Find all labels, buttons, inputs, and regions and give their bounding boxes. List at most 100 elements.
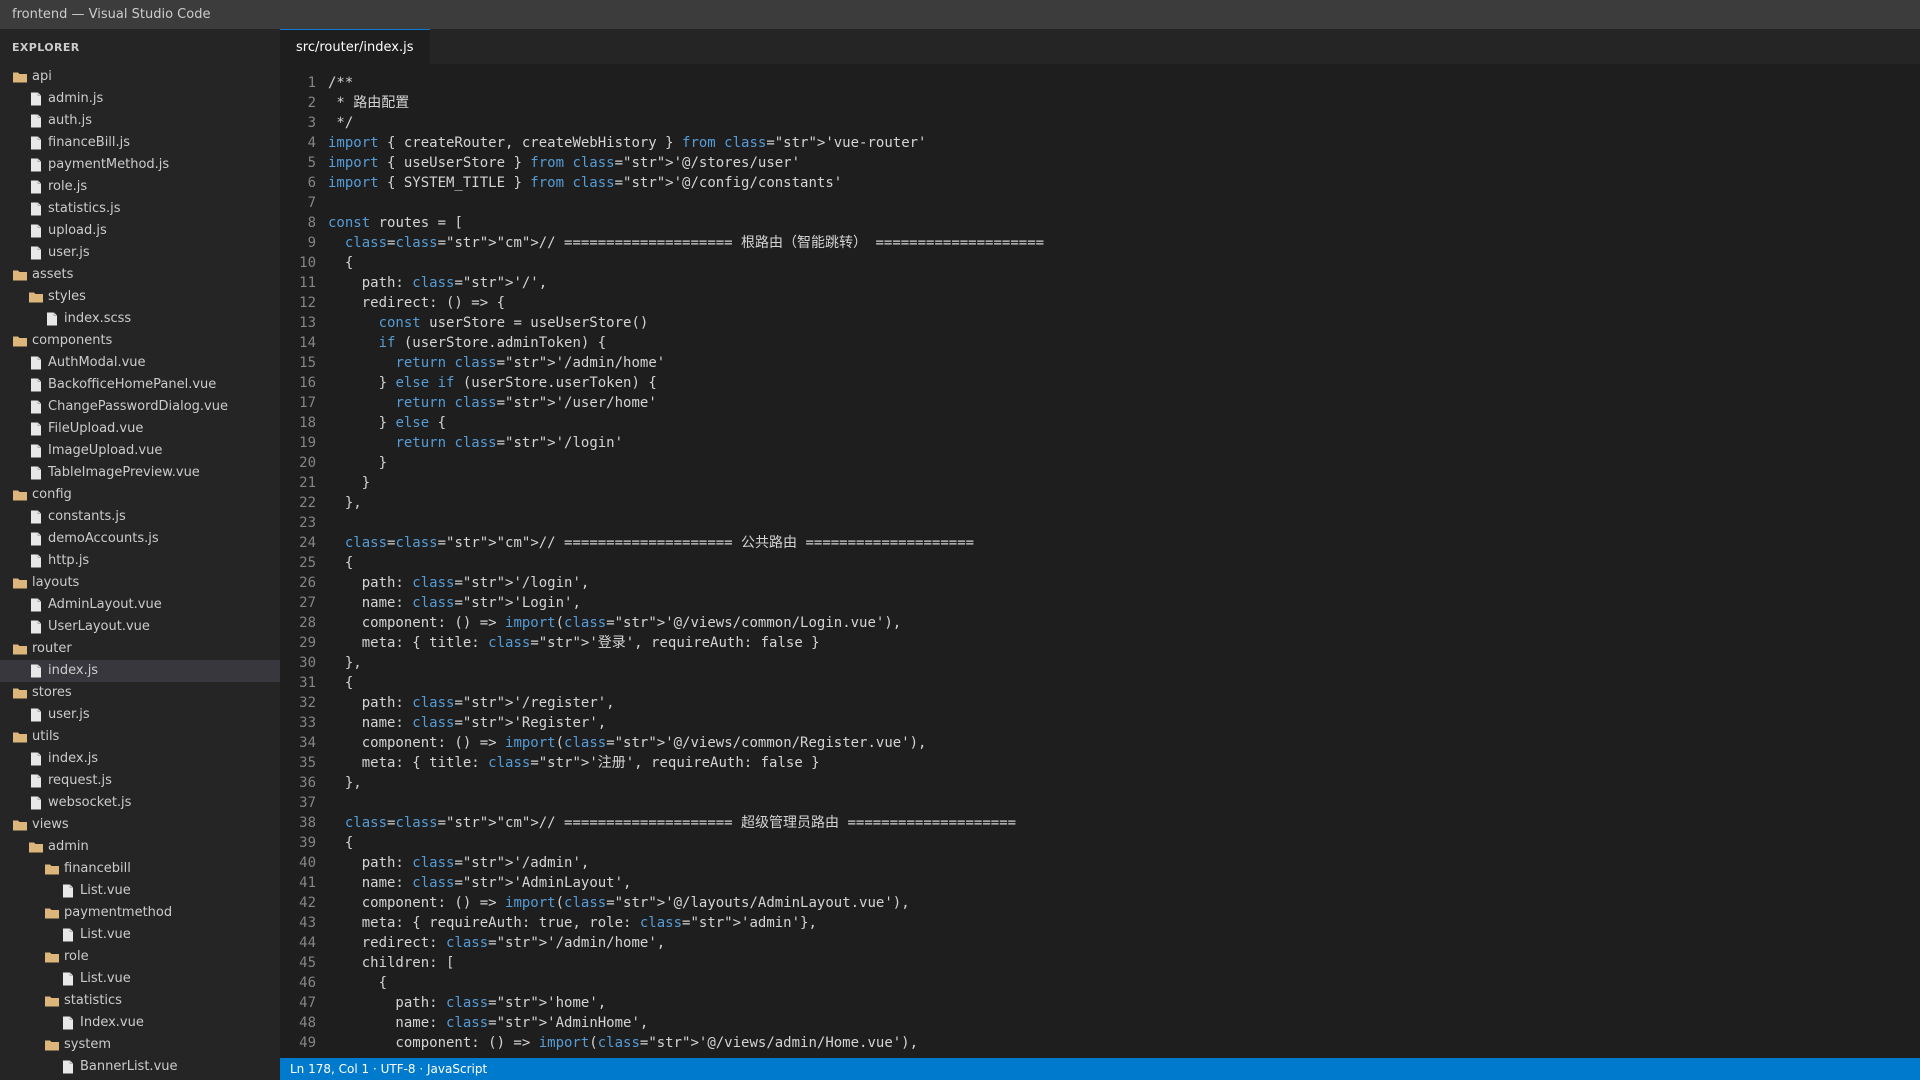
code-line[interactable]: 32 path: class="str">'/register', (280, 693, 1920, 713)
tree-folder[interactable]: styles (0, 286, 280, 308)
code-line[interactable]: 38 class=class="str">"cm">// ===========… (280, 813, 1920, 833)
tree-folder[interactable]: statistics (0, 990, 280, 1012)
tree-file[interactable]: index.scss (0, 308, 280, 330)
code-line[interactable]: 26 path: class="str">'/login', (280, 573, 1920, 593)
tree-file[interactable]: websocket.js (0, 792, 280, 814)
code-line[interactable]: 22 }, (280, 493, 1920, 513)
code-line[interactable]: 20 } (280, 453, 1920, 473)
code-line[interactable]: 46 { (280, 973, 1920, 993)
tree-file[interactable]: http.js (0, 550, 280, 572)
code-line[interactable]: 37 (280, 793, 1920, 813)
code-line[interactable]: 14 if (userStore.adminToken) { (280, 333, 1920, 353)
code-line[interactable]: 45 children: [ (280, 953, 1920, 973)
tree-folder[interactable]: views (0, 814, 280, 836)
code-line[interactable]: 39 { (280, 833, 1920, 853)
code-line[interactable]: 7 (280, 193, 1920, 213)
tree-file[interactable]: constants.js (0, 506, 280, 528)
code-line[interactable]: 19 return class="str">'/login' (280, 433, 1920, 453)
code-line[interactable]: 5 import { useUserStore } from class="str… (280, 153, 1920, 173)
tree-file[interactable]: admin.js (0, 88, 280, 110)
tree-folder[interactable]: components (0, 330, 280, 352)
code-line[interactable]: 3 */ (280, 113, 1920, 133)
code-line[interactable]: 40 path: class="str">'/admin', (280, 853, 1920, 873)
tree-file[interactable]: user.js (0, 704, 280, 726)
tree-folder[interactable]: assets (0, 264, 280, 286)
code-line[interactable]: 18 } else { (280, 413, 1920, 433)
code-line[interactable]: 34 component: () => import(class="str">'… (280, 733, 1920, 753)
code-line[interactable]: 30 }, (280, 653, 1920, 673)
code-line[interactable]: 1 /** (280, 73, 1920, 93)
code-line[interactable]: 12 redirect: () => { (280, 293, 1920, 313)
tree-file[interactable]: upload.js (0, 220, 280, 242)
code-line[interactable]: 2 * 路由配置 (280, 93, 1920, 113)
tree-folder[interactable]: role (0, 946, 280, 968)
code-line[interactable]: 9 class=class="str">"cm">// ============… (280, 233, 1920, 253)
code-line[interactable]: 16 } else if (userStore.userToken) { (280, 373, 1920, 393)
tree-folder[interactable]: utils (0, 726, 280, 748)
code-line[interactable]: 35 meta: { title: class="str">'注册', requ… (280, 753, 1920, 773)
tree-file[interactable]: ImageUpload.vue (0, 440, 280, 462)
code-line[interactable]: 41 name: class="str">'AdminLayout', (280, 873, 1920, 893)
code-line[interactable]: 11 path: class="str">'/', (280, 273, 1920, 293)
tree-file[interactable]: user.js (0, 242, 280, 264)
tree-file[interactable]: index.js (0, 660, 280, 682)
tree-file[interactable]: BannerList.vue (0, 1056, 280, 1078)
tree-file[interactable]: auth.js (0, 110, 280, 132)
tree-file[interactable]: AuthModal.vue (0, 352, 280, 374)
code-line[interactable]: 6 import { SYSTEM_TITLE } from class="str… (280, 173, 1920, 193)
tree-file[interactable]: paymentMethod.js (0, 154, 280, 176)
tree-file[interactable]: List.vue (0, 968, 280, 990)
code-line[interactable]: 4 import { createRouter, createWebHistory… (280, 133, 1920, 153)
tree-file[interactable]: Index.vue (0, 1012, 280, 1034)
code-line[interactable]: 49 component: () => import(class="str">'… (280, 1033, 1920, 1053)
tree-file[interactable]: role.js (0, 176, 280, 198)
code-editor[interactable]: 1/** 2 * 路由配置 3 */4 import { createRouter, … (280, 64, 1920, 1053)
code-line[interactable]: 23 (280, 513, 1920, 533)
tree-file[interactable]: List.vue (0, 924, 280, 946)
code-line[interactable]: 42 component: () => import(class="str">'… (280, 893, 1920, 913)
code-line[interactable]: 15 return class="str">'/admin/home' (280, 353, 1920, 373)
folder-icon (13, 688, 27, 699)
tree-file[interactable]: statistics.js (0, 198, 280, 220)
tree-folder[interactable]: admin (0, 836, 280, 858)
code-line[interactable]: 13 const userStore = useUserStore() (280, 313, 1920, 333)
code-line[interactable]: 28 component: () => import(class="str">'… (280, 613, 1920, 633)
tree-folder[interactable]: layouts (0, 572, 280, 594)
tree-file[interactable]: List.vue (0, 880, 280, 902)
code-line[interactable]: 33 name: class="str">'Register', (280, 713, 1920, 733)
tab-router-index-js[interactable]: src/router/index.js (280, 29, 430, 64)
tree-file[interactable]: AdminLayout.vue (0, 594, 280, 616)
tree-folder[interactable]: system (0, 1034, 280, 1056)
code-line[interactable]: 29 meta: { title: class="str">'登录', requ… (280, 633, 1920, 653)
code-line[interactable]: 43 meta: { requireAuth: true, role: clas… (280, 913, 1920, 933)
code-line[interactable]: 10 { (280, 253, 1920, 273)
tree-folder[interactable]: financebill (0, 858, 280, 880)
tree-file[interactable]: BackofficeHomePanel.vue (0, 374, 280, 396)
code-line[interactable]: 25 { (280, 553, 1920, 573)
code-line[interactable]: 24 class=class="str">"cm">// ===========… (280, 533, 1920, 553)
tree-file[interactable]: ChangePasswordDialog.vue (0, 396, 280, 418)
tree-folder[interactable]: router (0, 638, 280, 660)
code-line[interactable]: 48 name: class="str">'AdminHome', (280, 1013, 1920, 1033)
tree-file[interactable]: index.js (0, 748, 280, 770)
tree-folder[interactable]: stores (0, 682, 280, 704)
tree-file[interactable]: FileUpload.vue (0, 418, 280, 440)
tree-folder[interactable]: api (0, 66, 280, 88)
code-line[interactable]: 36 }, (280, 773, 1920, 793)
tree-folder[interactable]: config (0, 484, 280, 506)
line-content: component: () => import(class="str">'@/l… (328, 893, 910, 913)
tree-file[interactable]: TableImagePreview.vue (0, 462, 280, 484)
tree-file[interactable]: demoAccounts.js (0, 528, 280, 550)
tree-folder[interactable]: paymentmethod (0, 902, 280, 924)
code-line[interactable]: 8 const routes = [ (280, 213, 1920, 233)
code-line[interactable]: 44 redirect: class="str">'/admin/home', (280, 933, 1920, 953)
tree-file[interactable]: financeBill.js (0, 132, 280, 154)
code-line[interactable]: 21 } (280, 473, 1920, 493)
code-line[interactable]: 17 return class="str">'/user/home' (280, 393, 1920, 413)
tree-file[interactable]: request.js (0, 770, 280, 792)
tree-file[interactable]: UserLayout.vue (0, 616, 280, 638)
status-bar[interactable]: Ln 178, Col 1 · UTF-8 · JavaScript (280, 1058, 1920, 1080)
code-line[interactable]: 27 name: class="str">'Login', (280, 593, 1920, 613)
code-line[interactable]: 31 { (280, 673, 1920, 693)
code-line[interactable]: 47 path: class="str">'home', (280, 993, 1920, 1013)
